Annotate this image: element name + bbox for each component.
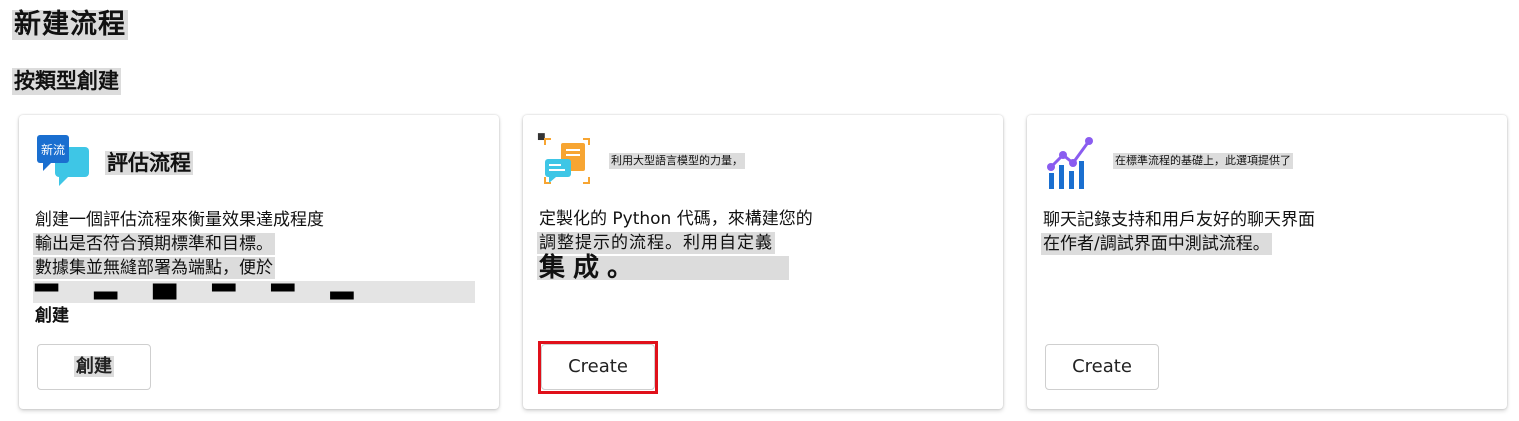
card-description-line: 集成。 bbox=[537, 255, 789, 281]
card-description-line: 創建一個評估流程來衡量效果達成程度 bbox=[35, 210, 324, 230]
chat-bubbles-icon: 新流 bbox=[33, 131, 93, 191]
bar-line-chart-icon bbox=[1041, 131, 1101, 191]
card-description-line: 調整提示的流程。利用自定義 bbox=[537, 232, 775, 254]
flow-type-card-standard[interactable]: ■ 利用大型語言模型的力量， 定製化的 Python 代碼，來構建您的 調整提示… bbox=[523, 115, 1003, 409]
card-title: 在標準流程的基礎上，此選項提供了 bbox=[1113, 153, 1293, 169]
create-button[interactable]: 創建 bbox=[37, 344, 151, 390]
focus-highlight-box bbox=[538, 341, 658, 394]
create-button-label: 創建 bbox=[74, 356, 114, 377]
card-description-line: 數據集並無縫部署為端點，便於 bbox=[33, 257, 275, 279]
card-description-line: 定製化的 Python 代碼，來構建您的 bbox=[539, 209, 813, 229]
card-description-line: 在作者/調試界面中測試流程。 bbox=[1041, 233, 1272, 255]
card-title: 利用大型語言模型的力量， bbox=[609, 153, 745, 169]
card-description-line: 創建 bbox=[35, 306, 69, 326]
flow-type-card-chat[interactable]: 在標準流程的基礎上，此選項提供了 聊天記錄支持和用戶友好的聊天界面 在作者/調試… bbox=[1027, 115, 1507, 409]
create-button[interactable]: Create bbox=[1045, 344, 1159, 390]
section-title: 按類型創建 bbox=[12, 68, 121, 95]
card-description-line: 聊天記錄支持和用戶友好的聊天界面 bbox=[1043, 210, 1315, 230]
flow-type-card-evaluation[interactable]: 新流 評估流程 創建一個評估流程來衡量效果達成程度 輸出是否符合預期標準和目標。… bbox=[19, 115, 499, 409]
icon-badge-text: 新流 bbox=[41, 142, 65, 157]
garbled-text-line: ▀▄█▀▀▄ bbox=[33, 281, 475, 303]
page-title: 新建流程 bbox=[12, 9, 128, 40]
card-description-line: 輸出是否符合預期標準和目標。 bbox=[33, 233, 275, 255]
card-title: 評估流程 bbox=[105, 151, 193, 175]
document-chat-icon: ■ bbox=[537, 131, 597, 191]
